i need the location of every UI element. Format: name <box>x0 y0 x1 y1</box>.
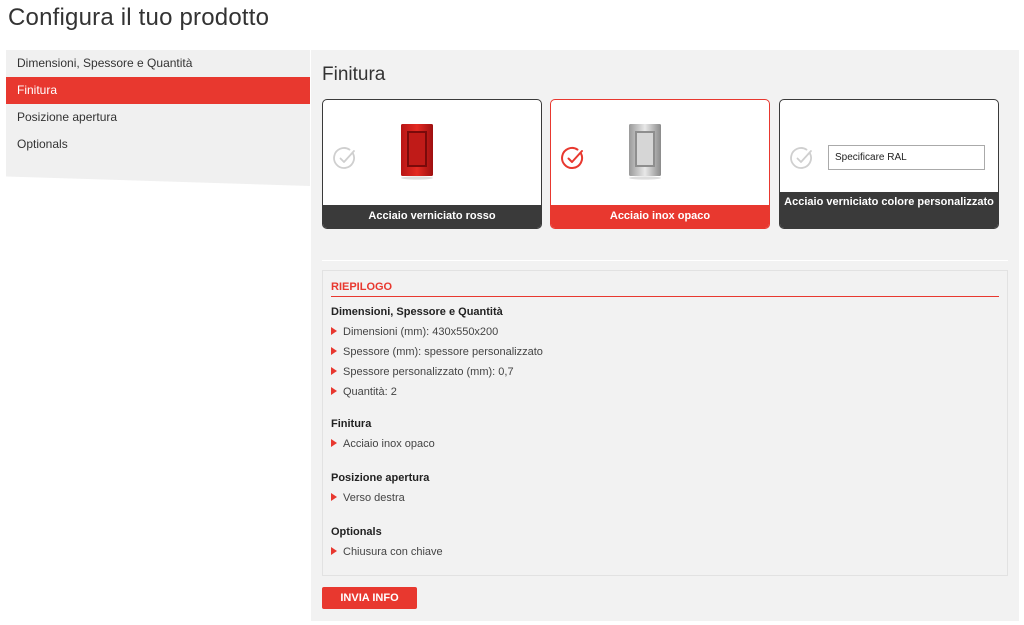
sidebar: Dimensioni, Spessore e Quantità Finitura… <box>6 50 310 186</box>
summary-group-finitura: Finitura Acciaio inox opaco <box>331 415 435 454</box>
page-title: Configura il tuo prodotto <box>8 4 270 31</box>
bullet-arrow-icon <box>331 327 337 335</box>
bullet-arrow-icon <box>331 387 337 395</box>
sidebar-item-optionals[interactable]: Optionals <box>6 131 310 158</box>
main-panel: Finitura Acciaio verniciato rosso Acciai… <box>311 50 1019 621</box>
sidebar-item-finitura[interactable]: Finitura <box>6 77 310 104</box>
invia-info-button[interactable]: INVIA INFO <box>322 587 417 609</box>
bullet-arrow-icon <box>331 493 337 501</box>
summary-group-dimensioni: Dimensioni, Spessore e Quantità Dimensio… <box>331 303 543 402</box>
finish-card-label: Acciaio verniciato rosso <box>323 205 541 228</box>
finish-card-inox[interactable]: Acciaio inox opaco <box>550 99 770 229</box>
check-circle-icon <box>561 147 584 169</box>
stainless-cabinet-icon <box>629 124 661 180</box>
red-cabinet-icon <box>401 124 433 180</box>
section-title: Finitura <box>322 64 386 85</box>
summary-item: Acciaio inox opaco <box>331 434 435 454</box>
sidebar-item-posizione-apertura[interactable]: Posizione apertura <box>6 104 310 131</box>
summary-item: Verso destra <box>331 488 429 508</box>
bullet-arrow-icon <box>331 439 337 447</box>
check-circle-icon <box>333 147 355 169</box>
summary-group-optionals: Optionals Chiusura con chiave <box>331 523 443 562</box>
summary-box: RIEPILOGO Dimensioni, Spessore e Quantit… <box>322 270 1008 576</box>
summary-heading: RIEPILOGO <box>331 281 393 293</box>
bullet-arrow-icon <box>331 367 337 375</box>
summary-group-title: Dimensioni, Spessore e Quantità <box>331 306 503 318</box>
finish-card-label: Acciaio inox opaco <box>551 205 769 228</box>
summary-rule <box>331 296 999 297</box>
summary-item: Chiusura con chiave <box>331 542 443 562</box>
summary-item: Dimensioni (mm): 430x550x200 <box>331 322 543 342</box>
summary-group-title: Optionals <box>331 526 382 538</box>
summary-group-posizione-apertura: Posizione apertura Verso destra <box>331 469 429 508</box>
summary-item: Quantità: 2 <box>331 382 543 402</box>
divider <box>322 260 1008 261</box>
ral-input[interactable] <box>828 145 985 170</box>
check-circle-icon <box>790 147 812 169</box>
bullet-arrow-icon <box>331 547 337 555</box>
finish-card-label: Acciaio verniciato colore personalizzato <box>780 192 998 228</box>
summary-item: Spessore (mm): spessore personalizzato <box>331 342 543 362</box>
bullet-arrow-icon <box>331 347 337 355</box>
summary-group-title: Posizione apertura <box>331 472 430 484</box>
sidebar-item-dimensioni[interactable]: Dimensioni, Spessore e Quantità <box>6 50 310 77</box>
finish-card-personalizzato[interactable]: Acciaio verniciato colore personalizzato <box>779 99 999 229</box>
summary-group-title: Finitura <box>331 418 372 430</box>
finish-card-rosso[interactable]: Acciaio verniciato rosso <box>322 99 542 229</box>
summary-item: Spessore personalizzato (mm): 0,7 <box>331 362 543 382</box>
